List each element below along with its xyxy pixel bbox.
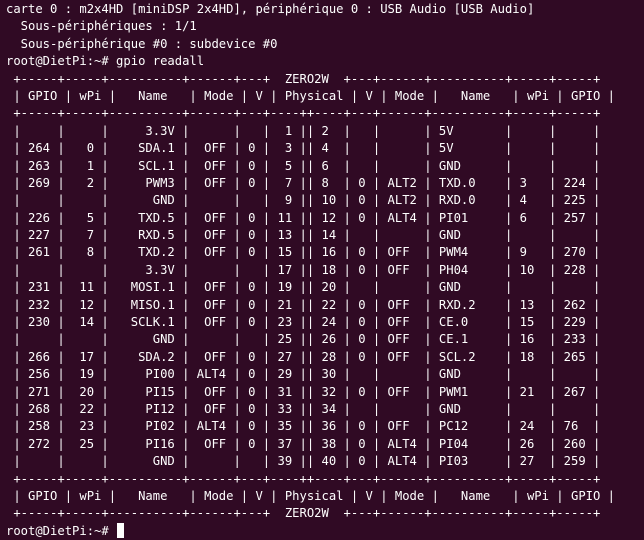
gpio-table-row: | | | 3.3V | | | 1 || 2 | | | 5V | | | xyxy=(6,123,601,138)
terminal-line-28: +-----+-----+----------+------+---+----+… xyxy=(6,471,644,488)
terminal-cursor xyxy=(117,522,125,538)
gpio-table-row: | 226 | 5 | TXD.5 | OFF | 0 | 11 || 12 |… xyxy=(6,210,601,225)
gpio-table-footer: | GPIO | wPi | Name | Mode | V | Physica… xyxy=(6,488,616,503)
gpio-table-row: | 256 | 19 | PI00 | ALT4 | 0 | 29 || 30 … xyxy=(6,367,601,382)
terminal-line-22: | 256 | 19 | PI00 | ALT4 | 0 | 29 || 30 … xyxy=(6,366,644,383)
terminal-line-11: | 269 | 2 | PWM3 | OFF | 0 | 7 || 8 | 0 … xyxy=(6,175,644,192)
terminal-line-24: | 268 | 22 | PI12 | OFF | 0 | 33 || 34 |… xyxy=(6,401,644,418)
gpio-table-row: | | | GND | | | 9 || 10 | 0 | ALT2 | RXD… xyxy=(6,193,601,208)
terminal-prompt-line[interactable]: root@DietPi:~# xyxy=(6,522,644,540)
gpio-table-border: +-----+-----+----------+------+---+ ZERO… xyxy=(6,71,601,86)
terminal-line-12: | | | GND | | | 9 || 10 | 0 | ALT2 | RXD… xyxy=(6,192,644,209)
terminal-line-29: | GPIO | wPi | Name | Mode | V | Physica… xyxy=(6,488,644,505)
gpio-table-border: +-----+-----+----------+------+---+----+… xyxy=(6,106,601,121)
terminal-line-10: | 263 | 1 | SCL.1 | OFF | 0 | 5 || 6 | |… xyxy=(6,158,644,175)
terminal-line-15: | 261 | 8 | TXD.2 | OFF | 0 | 15 || 16 |… xyxy=(6,244,644,261)
terminal-line-2: Sous-périphériques : 1/1 xyxy=(6,18,644,35)
terminal-command-line: root@DietPi:~# gpio readall xyxy=(6,54,205,69)
terminal-line-9: | 264 | 0 | SDA.1 | OFF | 0 | 3 || 4 | |… xyxy=(6,140,644,157)
gpio-table-row: | | | GND | | | 25 || 26 | 0 | OFF | CE.… xyxy=(6,332,601,347)
terminal-line-25: | 258 | 23 | PI02 | ALT4 | 0 | 35 || 36 … xyxy=(6,418,644,435)
terminal-line-14: | 227 | 7 | RXD.5 | OFF | 0 | 13 || 14 |… xyxy=(6,227,644,244)
terminal-line-3: Sous-périphérique #0 : subdevice #0 xyxy=(6,36,644,53)
gpio-table-row: | 231 | 11 | MOSI.1 | OFF | 0 | 19 || 20… xyxy=(6,280,601,295)
gpio-table-row: | | | GND | | | 39 || 40 | 0 | ALT4 | PI… xyxy=(6,454,601,469)
gpio-table-row: | 269 | 2 | PWM3 | OFF | 0 | 7 || 8 | 0 … xyxy=(6,175,601,190)
terminal-line-8: | | | 3.3V | | | 1 || 2 | | | 5V | | | xyxy=(6,123,644,140)
terminal-line-21: | 266 | 17 | SDA.2 | OFF | 0 | 27 || 28 … xyxy=(6,349,644,366)
gpio-table-row: | 263 | 1 | SCL.1 | OFF | 0 | 5 || 6 | |… xyxy=(6,158,601,173)
terminal-line-13: | 226 | 5 | TXD.5 | OFF | 0 | 11 || 12 |… xyxy=(6,210,644,227)
shell-prompt: root@DietPi:~# xyxy=(6,523,117,538)
gpio-table-header: | GPIO | wPi | Name | Mode | V | Physica… xyxy=(6,88,616,103)
gpio-table-row: | 258 | 23 | PI02 | ALT4 | 0 | 35 || 36 … xyxy=(6,419,601,434)
terminal-line-26: | 272 | 25 | PI16 | OFF | 0 | 37 || 38 |… xyxy=(6,436,644,453)
gpio-table-row: | 266 | 17 | SDA.2 | OFF | 0 | 27 || 28 … xyxy=(6,349,601,364)
terminal-line-17: | 231 | 11 | MOSI.1 | OFF | 0 | 19 || 20… xyxy=(6,279,644,296)
gpio-table-border: +-----+-----+----------+------+---+----+… xyxy=(6,471,601,486)
terminal-line-16: | | | 3.3V | | | 17 || 18 | 0 | OFF | PH… xyxy=(6,262,644,279)
terminal-line-7: +-----+-----+----------+------+---+----+… xyxy=(6,105,644,122)
terminal-line-19: | 230 | 14 | SCLK.1 | OFF | 0 | 23 || 24… xyxy=(6,314,644,331)
terminal-line-5: +-----+-----+----------+------+---+ ZERO… xyxy=(6,71,644,88)
gpio-table-row: | 232 | 12 | MISO.1 | OFF | 0 | 21 || 22… xyxy=(6,297,601,312)
gpio-table-row: | 272 | 25 | PI16 | OFF | 0 | 37 || 38 |… xyxy=(6,436,601,451)
gpio-table-row: | 261 | 8 | TXD.2 | OFF | 0 | 15 || 16 |… xyxy=(6,245,601,260)
gpio-table-row: | 264 | 0 | SDA.1 | OFF | 0 | 3 || 4 | |… xyxy=(6,141,601,156)
terminal-line-18: | 232 | 12 | MISO.1 | OFF | 0 | 21 || 22… xyxy=(6,297,644,314)
terminal-line-20: | | | GND | | | 25 || 26 | 0 | OFF | CE.… xyxy=(6,331,644,348)
terminal-line-text: Sous-périphérique #0 : subdevice #0 xyxy=(6,36,278,51)
terminal-line-6: | GPIO | wPi | Name | Mode | V | Physica… xyxy=(6,88,644,105)
gpio-table-border: +-----+-----+----------+------+---+ ZERO… xyxy=(6,506,601,521)
terminal-line-23: | 271 | 20 | PI15 | OFF | 0 | 31 || 32 |… xyxy=(6,384,644,401)
gpio-table-row: | 268 | 22 | PI12 | OFF | 0 | 33 || 34 |… xyxy=(6,401,601,416)
terminal-line-text: carte 0 : m2x4HD [miniDSP 2x4HD], périph… xyxy=(6,2,535,16)
gpio-table-row: | | | 3.3V | | | 17 || 18 | 0 | OFF | PH… xyxy=(6,262,601,277)
terminal-line-30: +-----+-----+----------+------+---+ ZERO… xyxy=(6,505,644,522)
gpio-table-row: | 230 | 14 | SCLK.1 | OFF | 0 | 23 || 24… xyxy=(6,315,601,330)
terminal-line-27: | | | GND | | | 39 || 40 | 0 | ALT4 | PI… xyxy=(6,453,644,470)
terminal-line-text: Sous-périphériques : 1/1 xyxy=(6,19,197,34)
terminal-line-1: carte 0 : m2x4HD [miniDSP 2x4HD], périph… xyxy=(6,1,644,18)
terminal-line-4: root@DietPi:~# gpio readall xyxy=(6,53,644,70)
gpio-table-row: | 227 | 7 | RXD.5 | OFF | 0 | 13 || 14 |… xyxy=(6,228,601,243)
gpio-table-row: | 271 | 20 | PI15 | OFF | 0 | 31 || 32 |… xyxy=(6,384,601,399)
terminal-window[interactable]: carte 0 : m2x4HD [miniDSP 2x4HD], périph… xyxy=(0,0,644,538)
